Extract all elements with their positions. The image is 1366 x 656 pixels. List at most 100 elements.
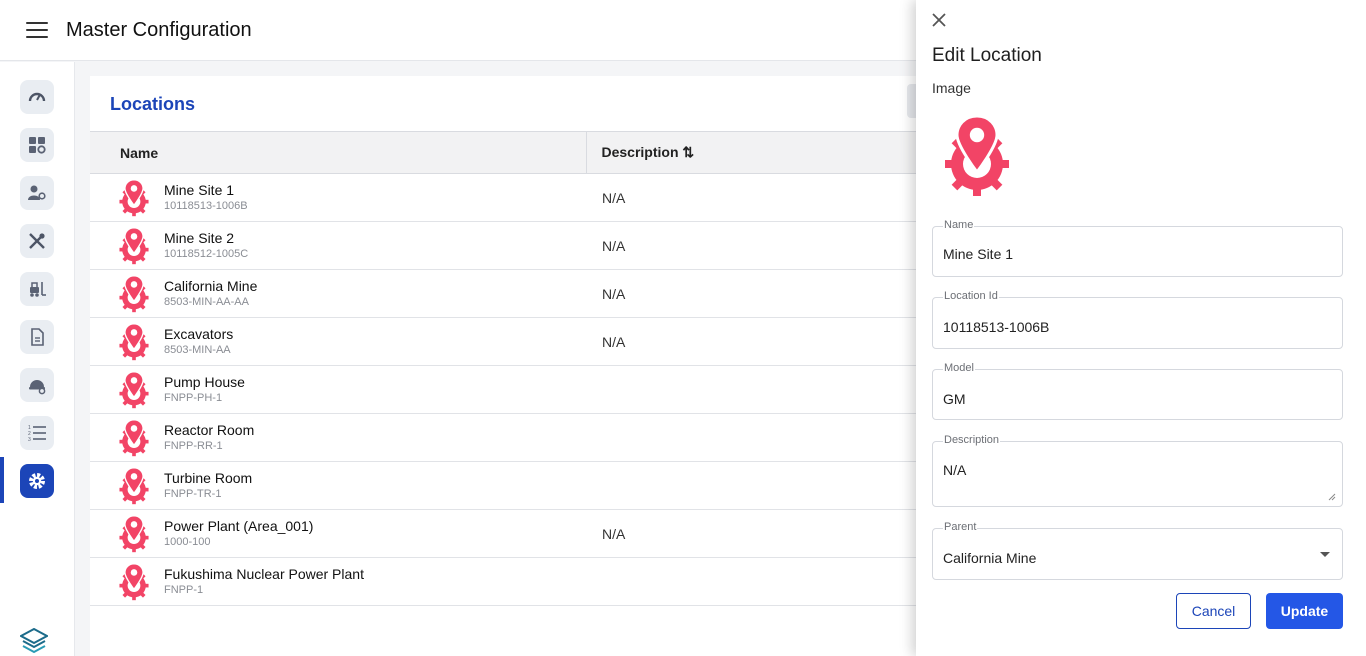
row-title[interactable]: Excavators (164, 326, 233, 343)
name-wrap: Turbine Room FNPP-TR-1 (116, 466, 586, 506)
parent-select[interactable]: Parent California Mine (932, 521, 1343, 580)
location-id-field-label: Location Id (943, 290, 999, 302)
table-row[interactable]: Turbine Room FNPP-TR-1 (90, 461, 916, 510)
model-field-value[interactable]: GM (943, 391, 966, 407)
row-title[interactable]: Reactor Room (164, 422, 254, 439)
chevron-down-icon[interactable] (1320, 552, 1330, 557)
cell-description (586, 413, 916, 462)
name-text: Excavators 8503-MIN-AA (164, 326, 233, 358)
column-header-name[interactable]: Name (90, 131, 587, 174)
row-title[interactable]: California Mine (164, 278, 257, 295)
table-row[interactable]: Reactor Room FNPP-RR-1 (90, 413, 916, 462)
name-text: Power Plant (Area_001) 1000-100 (164, 518, 313, 550)
table-row[interactable]: Mine Site 2 10118512-1005C N/A (90, 221, 916, 270)
name-wrap: Reactor Room FNPP-RR-1 (116, 418, 586, 458)
table-row[interactable]: Power Plant (Area_001) 1000-100 N/A (90, 509, 916, 558)
model-field[interactable]: Model GM (932, 362, 1343, 420)
parent-select-value[interactable]: California Mine (943, 550, 1036, 566)
row-title[interactable]: Mine Site 2 (164, 230, 248, 247)
cell-description (586, 557, 916, 606)
model-field-label: Model (943, 362, 975, 374)
cancel-button[interactable]: Cancel (1176, 593, 1251, 629)
document-icon[interactable] (20, 320, 54, 354)
name-text: Pump House FNPP-PH-1 (164, 374, 245, 406)
cell-description (586, 365, 916, 414)
row-code: 10118513-1006B (164, 199, 248, 212)
row-title[interactable]: Pump House (164, 374, 245, 391)
row-code: 8503-MIN-AA-AA (164, 295, 249, 308)
table-row[interactable]: Fukushima Nuclear Power Plant FNPP-1 (90, 557, 916, 606)
description-field[interactable]: Description N/A (932, 434, 1343, 507)
cell-name: Power Plant (Area_001) 1000-100 (90, 509, 586, 558)
location-gear-icon (119, 322, 149, 360)
row-code: FNPP-TR-1 (164, 487, 222, 500)
sidebar: 123 (0, 62, 75, 656)
name-text: Reactor Room FNPP-RR-1 (164, 422, 254, 454)
name-text: Turbine Room FNPP-TR-1 (164, 470, 252, 502)
cell-description: N/A (586, 317, 916, 366)
brand-logo-icon (20, 628, 48, 654)
name-wrap: Excavators 8503-MIN-AA (116, 322, 586, 362)
row-title[interactable]: Fukushima Nuclear Power Plant (164, 566, 364, 583)
cell-description: N/A (586, 269, 916, 318)
close-icon[interactable] (930, 11, 948, 29)
location-gear-icon (119, 226, 149, 264)
location-gear-icon (119, 178, 149, 216)
cell-description: N/A (586, 509, 916, 558)
location-id-field-value[interactable]: 10118513-1006B (943, 319, 1049, 335)
row-title[interactable]: Power Plant (Area_001) (164, 518, 313, 535)
location-gear-icon (119, 562, 149, 600)
location-id-field[interactable]: Location Id 10118513-1006B (932, 290, 1343, 349)
cell-name: Reactor Room FNPP-RR-1 (90, 413, 586, 462)
locations-table: Name Description ⇅ Mine Site 1 10118513-1… (90, 131, 916, 606)
cell-name: Mine Site 1 10118513-1006B (90, 173, 586, 222)
cell-name: Fukushima Nuclear Power Plant FNPP-1 (90, 557, 586, 606)
name-wrap: Power Plant (Area_001) 1000-100 (116, 514, 586, 554)
location-gear-icon (119, 514, 149, 552)
column-header-description[interactable]: Description ⇅ (586, 131, 916, 174)
cell-name: Excavators 8503-MIN-AA (90, 317, 586, 366)
numbered-list-icon[interactable]: 123 (20, 416, 54, 450)
name-text: Mine Site 1 10118513-1006B (164, 182, 248, 214)
name-text: Fukushima Nuclear Power Plant FNPP-1 (164, 566, 364, 598)
table-header-row: Name Description ⇅ (90, 131, 916, 174)
toolbar-button-edge[interactable] (907, 84, 916, 118)
hardhat-settings-icon[interactable] (20, 368, 54, 402)
row-code: 8503-MIN-AA (164, 343, 231, 356)
row-code: FNPP-PH-1 (164, 391, 223, 404)
name-text: California Mine 8503-MIN-AA-AA (164, 278, 257, 310)
cell-description: N/A (586, 173, 916, 222)
description-field-value[interactable]: N/A (943, 462, 966, 478)
drawer-title: Edit Location (932, 45, 1042, 66)
location-gear-icon (119, 370, 149, 408)
app-title: Master Configuration (66, 18, 252, 41)
table-row[interactable]: California Mine 8503-MIN-AA-AA N/A (90, 269, 916, 318)
settings-icon[interactable] (20, 464, 54, 498)
name-field[interactable]: Name Mine Site 1 (932, 219, 1343, 277)
location-gear-icon[interactable] (940, 112, 1014, 200)
forklift-icon[interactable] (20, 272, 54, 306)
row-code: 10118512-1005C (164, 247, 249, 260)
resize-grip-icon[interactable] (1328, 493, 1336, 501)
menu-icon[interactable] (26, 22, 48, 38)
parent-select-label: Parent (943, 521, 978, 533)
dashboard-settings-icon[interactable] (20, 128, 54, 162)
row-title[interactable]: Turbine Room (164, 470, 252, 487)
cell-name: California Mine 8503-MIN-AA-AA (90, 269, 586, 318)
table-row[interactable]: Mine Site 1 10118513-1006B N/A (90, 173, 916, 222)
location-gear-icon (119, 418, 149, 456)
tools-icon[interactable] (20, 224, 54, 258)
table-row[interactable]: Pump House FNPP-PH-1 (90, 365, 916, 414)
name-field-label: Name (943, 219, 975, 231)
row-title[interactable]: Mine Site 1 (164, 182, 248, 199)
edit-location-drawer: Edit Location Image Name Mine Site 1 Loc… (916, 0, 1366, 656)
row-code: 1000-100 (164, 535, 211, 548)
user-settings-icon[interactable] (20, 176, 54, 210)
svg-text:3: 3 (28, 437, 31, 443)
table-row[interactable]: Excavators 8503-MIN-AA N/A (90, 317, 916, 366)
gauge-icon[interactable] (20, 80, 54, 114)
name-field-value[interactable]: Mine Site 1 (943, 246, 1013, 262)
update-button[interactable]: Update (1266, 593, 1343, 629)
name-text: Mine Site 2 10118512-1005C (164, 230, 248, 262)
image-label: Image (932, 80, 971, 96)
